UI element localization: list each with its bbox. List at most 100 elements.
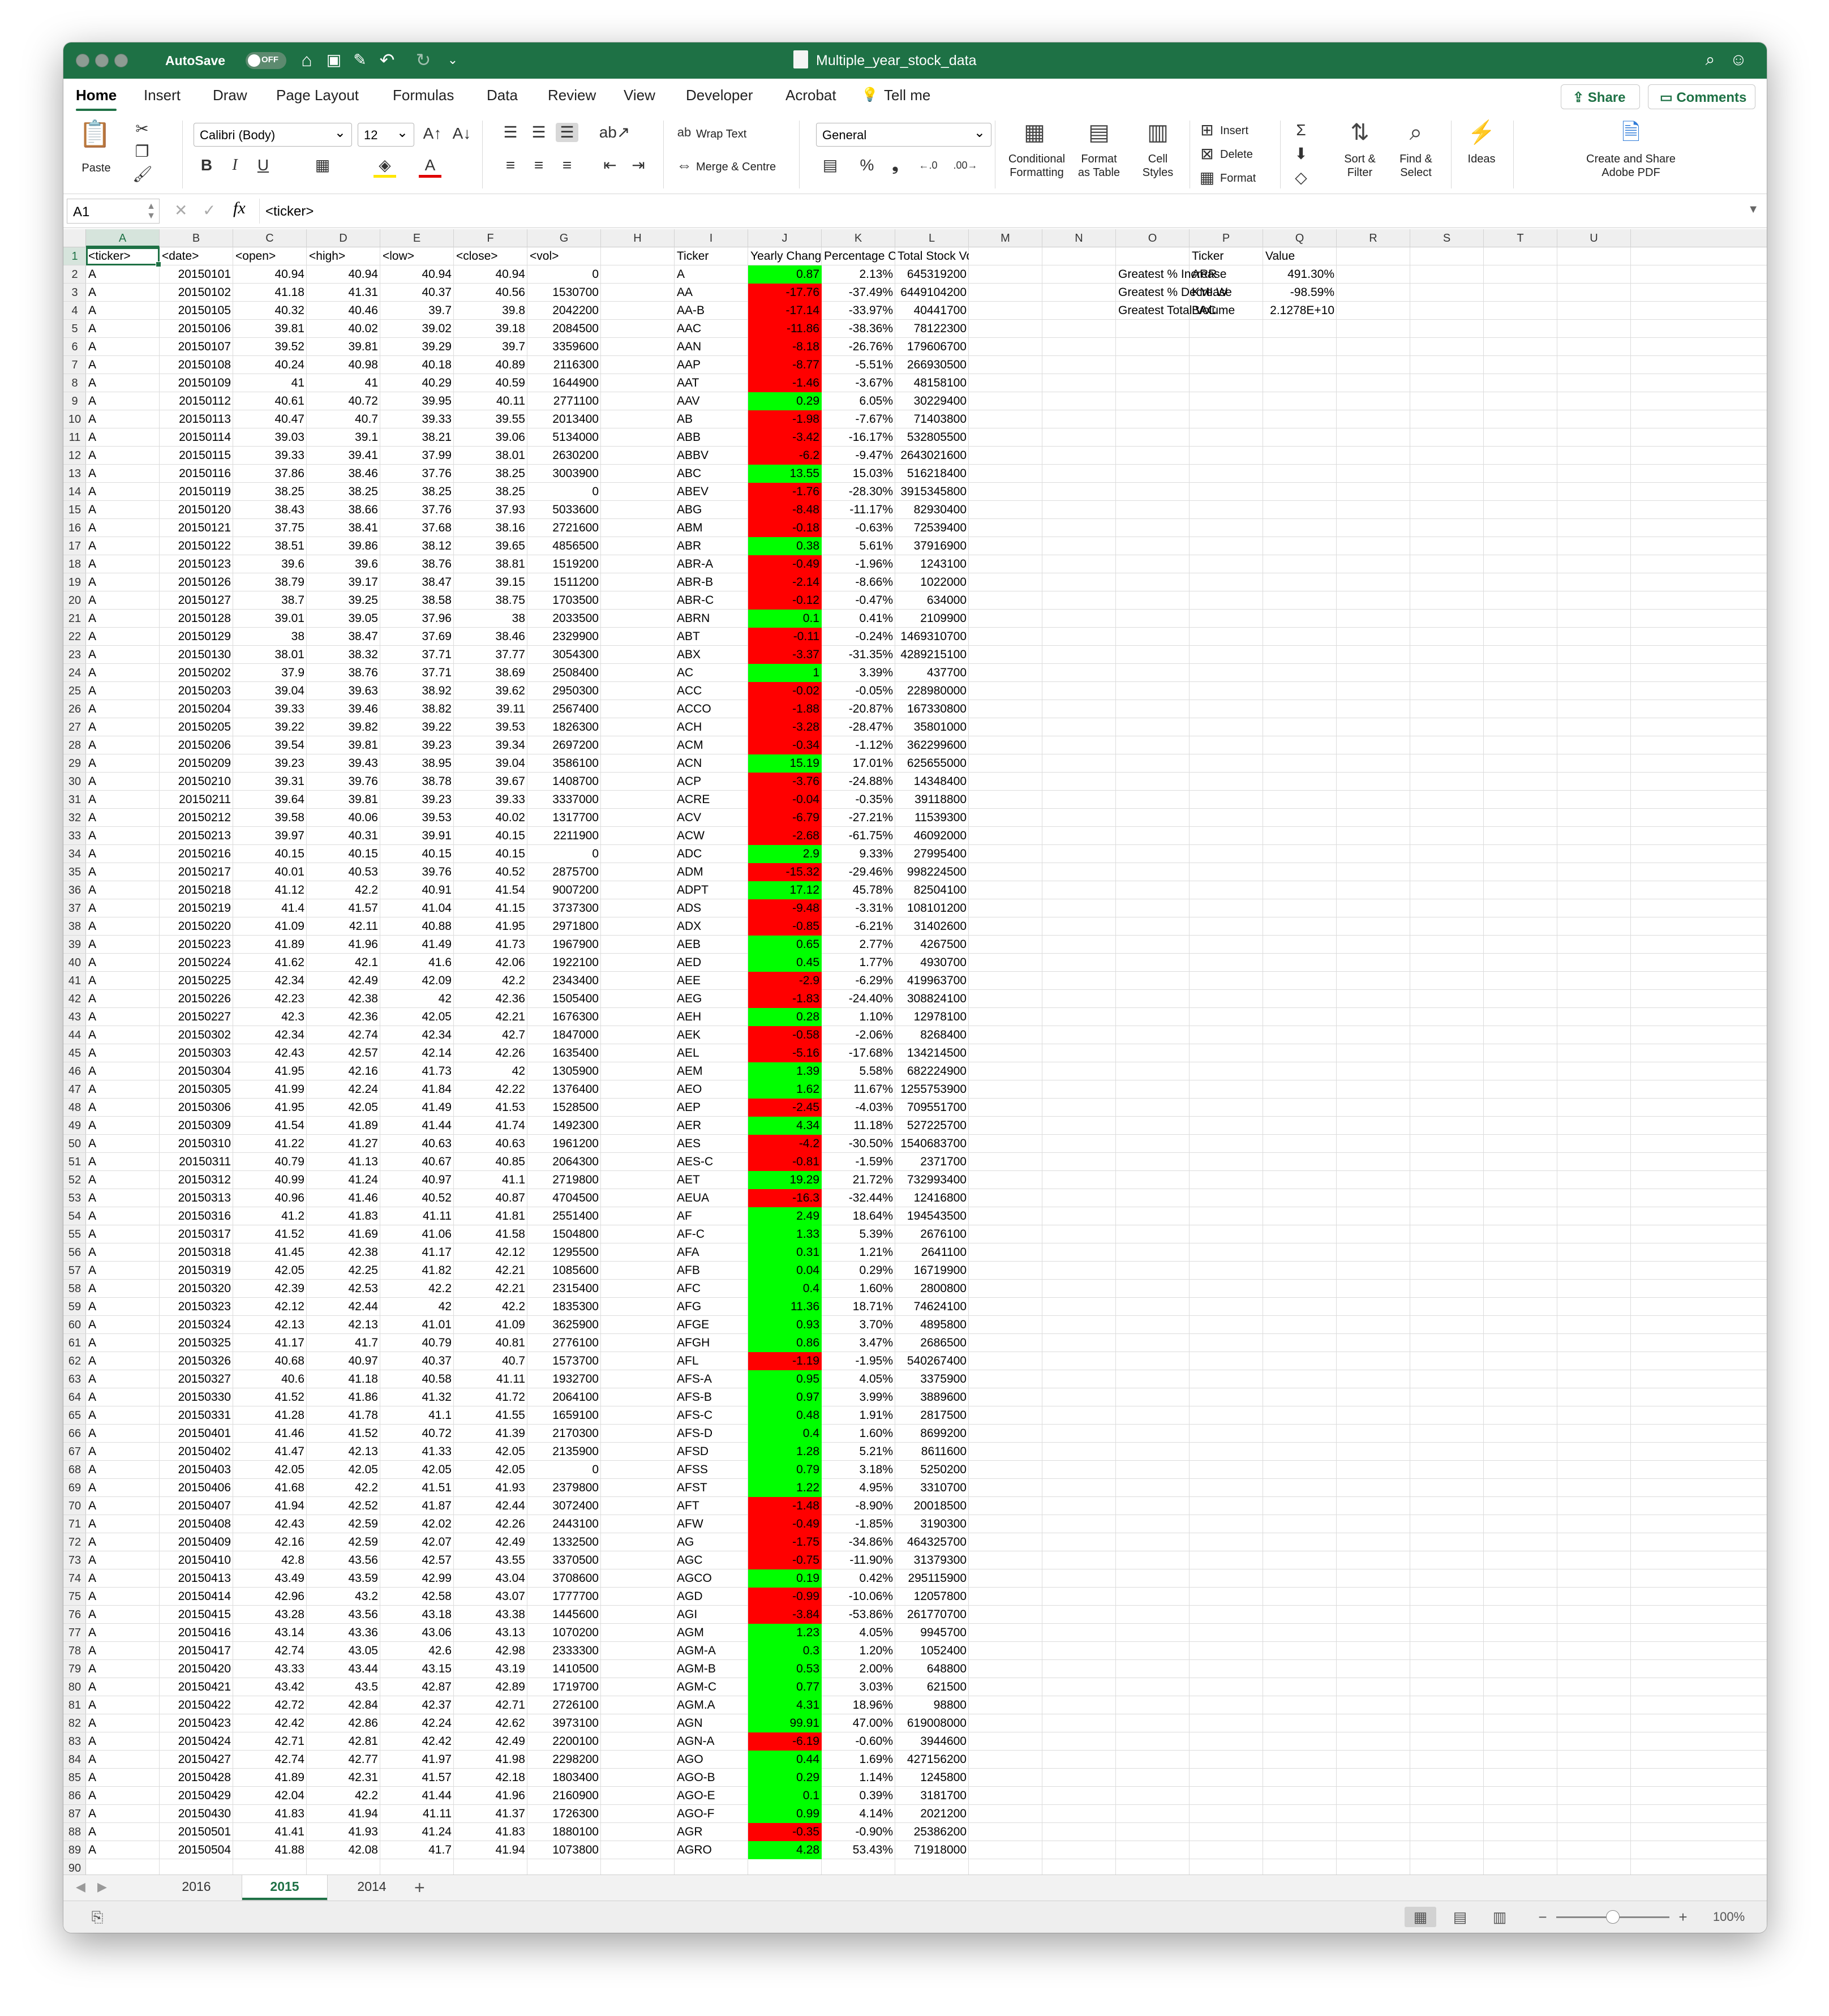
cell[interactable]: 42.05 [454,1461,527,1479]
cell[interactable]: 3370500 [527,1551,601,1569]
yearly-change-cell[interactable]: 1.23 [748,1624,822,1642]
header-cell[interactable]: Yearly Change [748,247,822,265]
cell[interactable]: 39.18 [454,320,527,338]
cell[interactable]: 20150119 [160,483,233,501]
formula-input[interactable]: <ticker> [259,199,1731,224]
row-header[interactable]: 66 [63,1425,86,1443]
decrease-decimal-icon[interactable]: .00→ [950,156,981,175]
align-center-icon[interactable]: ≡ [527,156,550,175]
cell[interactable]: 42.52 [307,1497,380,1515]
cell[interactable]: 42.05 [233,1461,307,1479]
cell[interactable]: 42.24 [307,1080,380,1099]
cell[interactable]: 42.42 [380,1732,454,1751]
column-header-s[interactable]: S [1410,229,1484,247]
cell[interactable]: 1835300 [527,1298,601,1316]
align-left-icon[interactable]: ≡ [499,156,522,175]
cell[interactable]: 40.79 [380,1334,454,1352]
cell[interactable]: 9007200 [527,881,601,899]
cell[interactable]: 1519200 [527,555,601,573]
row-header[interactable]: 48 [63,1099,86,1117]
cell[interactable]: A [86,1461,160,1479]
borders-icon[interactable]: ▦ [311,156,334,175]
cell[interactable]: A [86,1660,160,1678]
cell[interactable]: 20150320 [160,1280,233,1298]
cell[interactable]: 42.06 [454,954,527,972]
percent-change-cell[interactable]: -30.50% [822,1135,895,1153]
cell[interactable]: 40.56 [454,284,527,302]
percent-change-cell[interactable]: -10.06% [822,1588,895,1606]
cell[interactable]: 41.18 [233,284,307,302]
cell[interactable]: 39.65 [454,537,527,555]
ticker-cell[interactable]: AFL [675,1352,748,1370]
cell[interactable]: 42.37 [380,1696,454,1714]
cell[interactable]: 37.86 [233,465,307,483]
cell[interactable]: 39.43 [307,754,380,773]
cell[interactable]: 2721600 [527,519,601,537]
cell[interactable]: 42.3 [233,1008,307,1026]
percent-change-cell[interactable]: -24.88% [822,773,895,791]
volume-cell[interactable]: 634000 [895,591,969,610]
yearly-change-cell[interactable]: -0.99 [748,1588,822,1606]
row-header[interactable]: 24 [63,664,86,682]
row-header[interactable]: 77 [63,1624,86,1642]
ticker-cell[interactable]: AB [675,410,748,428]
cell[interactable]: 39.97 [233,827,307,845]
next-sheet-icon[interactable]: ▶ [97,1880,107,1894]
row-header[interactable]: 54 [63,1207,86,1225]
cell[interactable]: 42.57 [380,1551,454,1569]
cell[interactable]: 42.59 [307,1533,380,1551]
cell[interactable]: 20150410 [160,1551,233,1569]
cell[interactable]: A [86,447,160,465]
cell[interactable]: 42.81 [307,1732,380,1751]
percent-change-cell[interactable]: 5.39% [822,1225,895,1243]
close-window-button[interactable] [76,54,89,67]
cell[interactable]: 41.78 [307,1406,380,1425]
column-header-b[interactable]: B [160,229,233,247]
percent-change-cell[interactable]: 17.01% [822,754,895,773]
yearly-change-cell[interactable]: 0.65 [748,936,822,954]
greatest-value-cell[interactable]: 2.1278E+10 [1263,302,1337,320]
volume-cell[interactable]: 266930500 [895,356,969,374]
cell[interactable]: 40.11 [454,392,527,410]
header-cell[interactable]: <open> [233,247,307,265]
ticker-cell[interactable]: AFS-C [675,1406,748,1425]
row-header[interactable]: 52 [63,1171,86,1189]
adobe-pdf-icon[interactable]: 🗎 [1608,118,1654,147]
row-header[interactable]: 25 [63,682,86,700]
row-header[interactable]: 10 [63,410,86,428]
cell[interactable]: 1573700 [527,1352,601,1370]
ticker-cell[interactable]: AGRO [675,1841,748,1859]
cell[interactable]: 2170300 [527,1425,601,1443]
cell[interactable]: A [86,1551,160,1569]
cell[interactable]: 39.1 [307,428,380,447]
row-header[interactable]: 19 [63,573,86,591]
cell[interactable]: 39.01 [233,610,307,628]
column-header-j[interactable]: J [748,229,822,247]
cell[interactable]: 20150304 [160,1062,233,1080]
cell[interactable]: 20150309 [160,1117,233,1135]
cell[interactable]: 20150428 [160,1769,233,1787]
cell[interactable]: 41.22 [233,1135,307,1153]
yearly-change-cell[interactable]: 1.62 [748,1080,822,1099]
cell[interactable]: A [86,754,160,773]
cell[interactable]: 40.32 [233,302,307,320]
tab-page-layout[interactable]: Page Layout [276,87,359,104]
cell[interactable]: 41.4 [233,899,307,917]
cell[interactable]: 42 [380,990,454,1008]
percent-change-cell[interactable]: -32.44% [822,1189,895,1207]
cell[interactable]: 20150218 [160,881,233,899]
cell[interactable]: A [86,1062,160,1080]
cell[interactable]: A [86,428,160,447]
cell[interactable]: 38.7 [233,591,307,610]
format-as-table-icon[interactable]: ▤ [1076,118,1122,147]
cell[interactable]: 39.82 [307,718,380,736]
percent-change-cell[interactable]: -0.63% [822,519,895,537]
ticker-cell[interactable]: AEG [675,990,748,1008]
header-cell[interactable]: Value [1263,247,1337,265]
column-header-m[interactable]: M [969,229,1042,247]
yearly-change-cell[interactable]: 4.31 [748,1696,822,1714]
percent-change-cell[interactable]: 11.18% [822,1117,895,1135]
cell[interactable]: 42 [380,1298,454,1316]
row-header[interactable]: 59 [63,1298,86,1316]
volume-cell[interactable]: 82930400 [895,501,969,519]
